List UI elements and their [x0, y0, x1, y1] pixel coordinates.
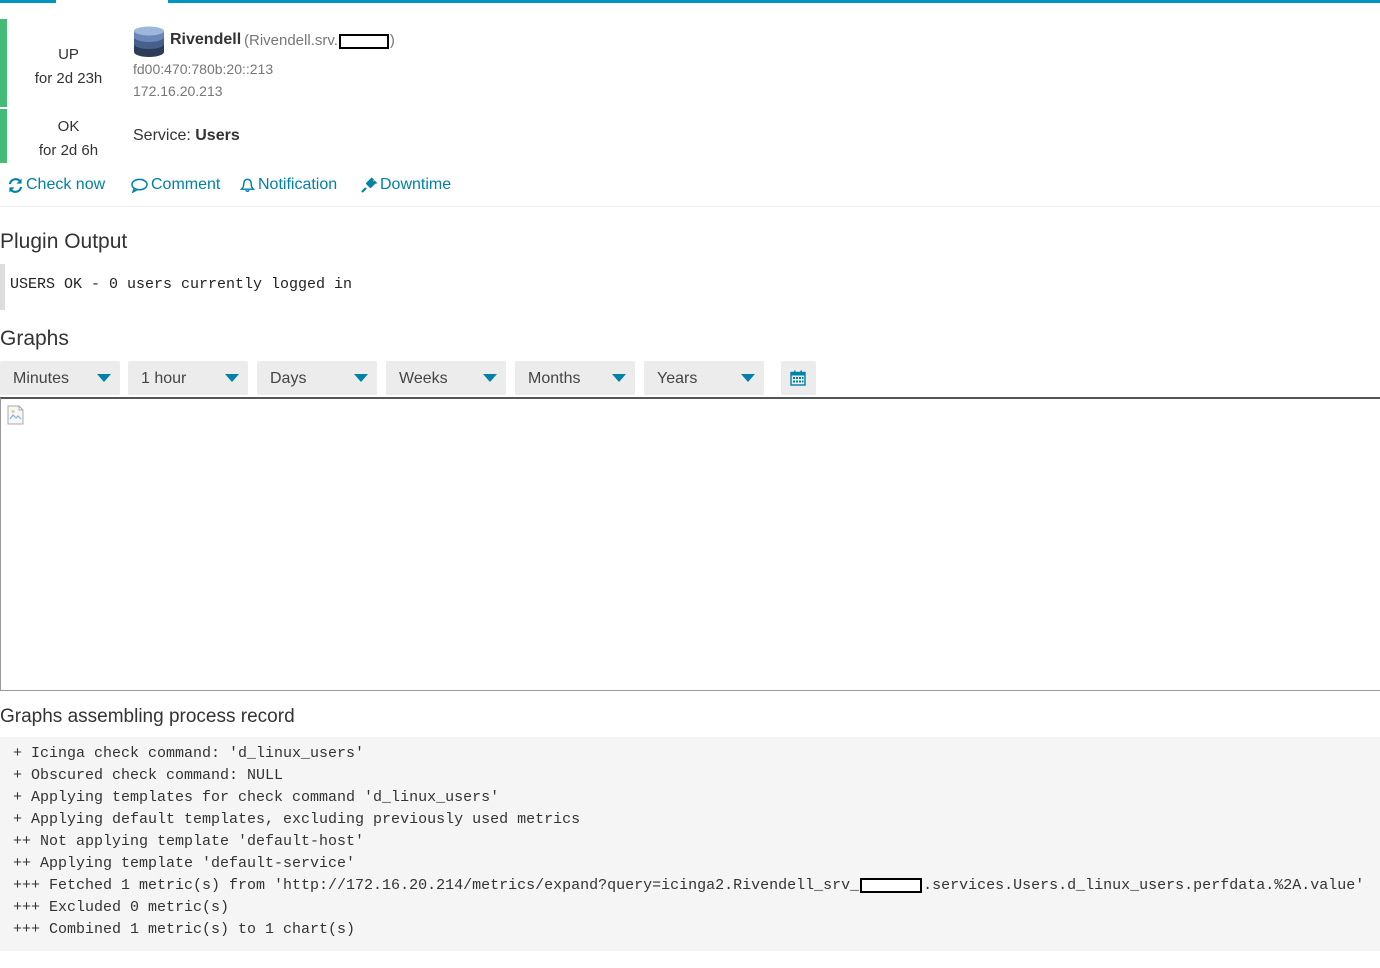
fetched-suffix: .services.Users.d_linux_users.perfdata.%… [923, 877, 1365, 894]
calendar-icon [790, 370, 806, 386]
chevron-down-icon [612, 374, 626, 382]
minutes-select[interactable]: Minutes [0, 361, 120, 395]
minutes-select-value: Minutes [13, 370, 70, 387]
host-name-link[interactable]: Rivendell [170, 31, 241, 49]
host-alias-prefix: (Rivendell.srv. [244, 32, 338, 49]
graphs-title: Graphs [0, 327, 69, 350]
check-now-label: Check now [26, 176, 106, 193]
bell-icon [240, 178, 255, 192]
record-line: +++ Excluded 0 metric(s) [13, 899, 230, 916]
comment-label: Comment [151, 176, 221, 193]
redaction-box [338, 33, 389, 49]
record-line-fetched: +++ Fetched 1 metric(s) from 'http://172… [13, 877, 1364, 894]
plugin-output-text: USERS OK - 0 users currently logged in [10, 276, 353, 293]
divider [0, 206, 1380, 207]
service-name: Users [195, 127, 240, 144]
process-record: + Icinga check command: 'd_linux_users' … [0, 737, 1380, 951]
months-select-value: Months [528, 370, 581, 387]
service-line: Service: Users [133, 127, 240, 145]
plug-icon [361, 177, 377, 193]
chevron-down-icon [741, 374, 755, 382]
record-line: ++ Applying template 'default-service' [13, 855, 356, 872]
years-select[interactable]: Years [644, 361, 764, 395]
years-select-value: Years [657, 370, 698, 387]
months-select[interactable]: Months [515, 361, 635, 395]
record-line: + Icinga check command: 'd_linux_users' [13, 745, 365, 762]
downtime-label: Downtime [380, 176, 452, 193]
chevron-down-icon [354, 374, 368, 382]
host-state-badge: UP for 2d 23h [0, 19, 130, 107]
host-ipv6: fd00:470:780b:20::213 [133, 61, 274, 77]
weeks-select-value: Weeks [399, 370, 448, 387]
record-line: +++ Combined 1 metric(s) to 1 chart(s) [13, 921, 356, 938]
downtime-link[interactable]: Downtime [361, 176, 451, 194]
host-state: UP [58, 46, 79, 63]
service-state-badge: OK for 2d 6h [0, 109, 130, 163]
weeks-select[interactable]: Weeks [386, 361, 506, 395]
graph-frame [0, 397, 1380, 691]
record-title: Graphs assembling process record [0, 706, 295, 727]
fetched-prefix: +++ Fetched 1 metric(s) from 'http://172… [13, 877, 860, 894]
active-tab-gap [56, 0, 168, 3]
hours-select-value: 1 hour [141, 370, 187, 387]
service-state-duration: for 2d 6h [38, 142, 99, 159]
hours-select[interactable]: 1 hour [128, 361, 248, 395]
host-ipv4: 172.16.20.213 [133, 83, 223, 99]
comment-icon [131, 178, 148, 193]
service-state: OK [57, 118, 80, 135]
record-line: + Applying default templates, excluding … [13, 811, 581, 828]
days-select[interactable]: Days [257, 361, 377, 395]
check-now-link[interactable]: Check now [8, 176, 105, 194]
comment-link[interactable]: Comment [131, 176, 220, 194]
database-icon [134, 26, 164, 57]
host-alias-suffix: ) [389, 32, 395, 49]
record-line: + Applying templates for check command '… [13, 789, 500, 806]
plugin-output-box: USERS OK - 0 users currently logged in [0, 264, 420, 310]
record-line: + Obscured check command: NULL [13, 767, 284, 784]
host-state-duration: for 2d 23h [34, 70, 103, 87]
top-accent-bar [0, 0, 1380, 3]
refresh-icon [8, 177, 23, 193]
record-line: ++ Not applying template 'default-host' [13, 833, 365, 850]
calendar-button[interactable] [781, 361, 816, 395]
redaction-box [860, 877, 923, 893]
chevron-down-icon [225, 374, 239, 382]
chevron-down-icon [97, 374, 111, 382]
service-label: Service: [133, 127, 191, 144]
host-alias: (Rivendell.srv.) [244, 32, 395, 49]
plugin-output-title: Plugin Output [0, 230, 128, 253]
broken-image-icon [7, 405, 24, 425]
days-select-value: Days [270, 370, 307, 387]
chevron-down-icon [483, 374, 497, 382]
notification-label: Notification [258, 176, 338, 193]
notification-link[interactable]: Notification [240, 176, 337, 194]
